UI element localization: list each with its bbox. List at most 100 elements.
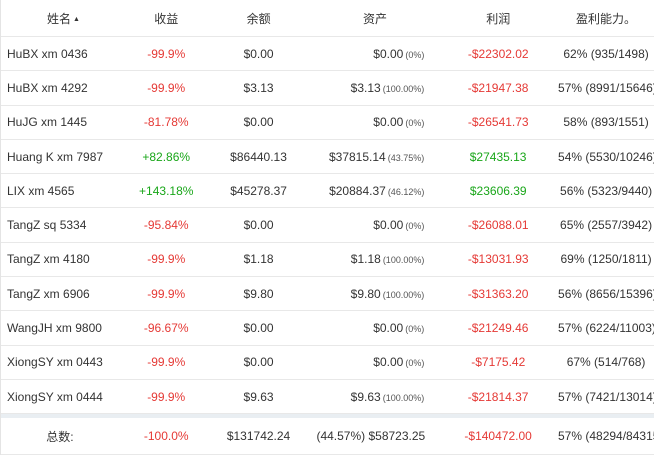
balance-value: $0.00 xyxy=(243,115,274,130)
balance-value: $9.80 xyxy=(243,286,274,301)
assets-value: $0.00 xyxy=(373,355,404,370)
column-header-return[interactable]: 收益 xyxy=(119,10,214,27)
table-footer: 总数: -100.0% $131742.24 (44.57%) $58723.2… xyxy=(1,418,654,456)
assets-value: $1.18 xyxy=(350,252,381,267)
table-row[interactable]: HuBX xm 0436 -99.9% $0.00 $0.00 (0%) -$22302.… xyxy=(1,37,654,72)
balance-value: $0.00 xyxy=(243,321,274,336)
assets-cell: $0.00 (0%) xyxy=(304,218,439,232)
assets-percent: (100.00%) xyxy=(382,255,425,266)
assets-value: $3.13 xyxy=(350,80,381,95)
win-rate-value: 58% (893/1551) xyxy=(563,115,649,130)
balance-value: $86440.13 xyxy=(230,149,287,164)
assets-cell: $9.80 (100.00%) xyxy=(303,287,438,301)
table-row[interactable]: XiongSY xm 0444 -99.9% $9.63 $9.63 (100.00%)… xyxy=(1,380,654,415)
table-row[interactable]: TangZ sq 5334 -95.84% $0.00 $0.00 (0%) -$2608… xyxy=(1,208,654,243)
account-name: XiongSY xm 0444 xyxy=(7,389,103,404)
balance-value: $45278.37 xyxy=(230,183,287,198)
return-value: +82.86% xyxy=(142,149,191,164)
table-row[interactable]: WangJH xm 9800 -96.67% $0.00 $0.00 (0%) -$212… xyxy=(1,311,654,346)
account-name: TangZ sq 5334 xyxy=(7,218,87,233)
table-header: 姓名 ▲ 收益 余额 资产 利润 盈利能力。 xyxy=(1,0,654,37)
assets-value: $0.00 xyxy=(373,321,404,336)
table-row[interactable]: TangZ xm 4180 -99.9% $1.18 $1.18 (100.00%) -$… xyxy=(1,243,654,278)
profit-value: -$21249.46 xyxy=(467,321,529,336)
column-header-win-rate[interactable]: 盈利能力。 xyxy=(558,10,654,27)
assets-percent: (0%) xyxy=(405,118,425,129)
win-rate-value: 67% (514/768) xyxy=(566,355,646,370)
account-name: LIX xm 4565 xyxy=(7,183,75,198)
assets-value: $0.00 xyxy=(373,218,404,233)
account-name: HuBX xm 0436 xyxy=(7,46,88,61)
assets-cell: $0.00 (0%) xyxy=(304,355,439,369)
return-value: -99.9% xyxy=(147,80,186,95)
account-name: HuBX xm 4292 xyxy=(7,80,88,95)
win-rate-value: 57% (7421/13014) xyxy=(558,389,654,404)
profit-value: $23606.39 xyxy=(469,183,527,198)
assets-cell: $0.00 (0%) xyxy=(304,47,439,61)
column-header-balance[interactable]: 余额 xyxy=(214,10,304,27)
accounts-table: 姓名 ▲ 收益 余额 资产 利润 盈利能力。 HuBX xm 0436 -99.9%… xyxy=(0,0,654,456)
return-value: -99.9% xyxy=(147,355,186,370)
assets-cell: $20884.37 (46.12%) xyxy=(304,184,439,198)
account-name: TangZ xm 6906 xyxy=(7,286,90,301)
assets-percent: (43.75%) xyxy=(387,152,425,163)
win-rate-value: 69% (1250/1811) xyxy=(560,252,652,267)
footer-label: 总数: xyxy=(46,429,74,444)
win-rate-value: 57% (6224/11003) xyxy=(558,321,654,336)
assets-percent: (100.00%) xyxy=(382,83,425,94)
account-name: TangZ xm 4180 xyxy=(7,252,90,267)
assets-cell: $3.13 (100.00%) xyxy=(303,81,438,95)
assets-value: $37815.14 xyxy=(328,149,386,164)
profit-value: -$22302.02 xyxy=(467,46,529,61)
win-rate-value: 62% (935/1498) xyxy=(563,46,649,61)
win-rate-value: 57% (8991/15646) xyxy=(558,80,654,95)
account-name: WangJH xm 9800 xyxy=(7,321,102,336)
footer-win-rate: 57% (48294/84315) xyxy=(558,429,654,444)
assets-cell: $37815.14 (43.75%) xyxy=(303,150,438,164)
return-value: +143.18% xyxy=(139,183,194,198)
assets-percent: (0%) xyxy=(405,221,425,232)
win-rate-value: 56% (8656/15396) xyxy=(558,286,654,301)
column-header-profit[interactable]: 利润 xyxy=(438,10,558,27)
assets-value: $20884.37 xyxy=(329,183,386,198)
table-row[interactable]: Huang K xm 7987 +82.86% $86440.13 $37815.14… xyxy=(1,140,654,175)
account-name: HuJG xm 1445 xyxy=(7,115,88,130)
return-value: -99.9% xyxy=(147,286,186,301)
profit-value: -$31363.20 xyxy=(467,286,529,301)
profit-value: -$21947.38 xyxy=(467,80,529,95)
profit-value: -$21814.37 xyxy=(467,389,529,404)
assets-value: $0.00 xyxy=(373,115,404,130)
assets-percent: (0%) xyxy=(405,324,425,335)
table-row[interactable]: LIX xm 4565 +143.18% $45278.37 $20884.37 (46… xyxy=(1,174,654,209)
assets-percent: (0%) xyxy=(405,358,425,369)
table-body: HuBX xm 0436 -99.9% $0.00 $0.00 (0%) -$22302.… xyxy=(1,37,654,415)
assets-cell: $1.18 (100.00%) xyxy=(304,252,439,266)
assets-value: $9.80 xyxy=(350,286,381,301)
profit-value: -$26088.01 xyxy=(467,218,529,233)
profit-value: $27435.13 xyxy=(469,149,527,164)
return-value: -95.84% xyxy=(143,218,189,233)
return-value: -99.9% xyxy=(147,252,186,267)
return-value: -99.9% xyxy=(147,46,186,61)
sort-asc-icon: ▲ xyxy=(73,15,80,23)
profit-value: -$13031.93 xyxy=(467,252,529,267)
table-row[interactable]: HuJG xm 1445 -81.78% $0.00 $0.00 (0%) -$26541… xyxy=(1,106,654,140)
profit-value: -$7175.42 xyxy=(471,355,526,370)
balance-value: $1.18 xyxy=(243,252,274,267)
column-header-name[interactable]: 姓名 ▲ xyxy=(1,10,119,27)
profit-value: -$26541.73 xyxy=(467,115,529,130)
balance-value: $0.00 xyxy=(243,218,274,233)
assets-value: $0.00 xyxy=(373,46,404,61)
column-header-name-label: 姓名 xyxy=(47,11,72,26)
table-row[interactable]: TangZ xm 6906 -99.9% $9.80 $9.80 (100.00%) -$… xyxy=(1,277,654,312)
footer-balance: $131742.24 xyxy=(226,429,291,444)
win-rate-value: 65% (2557/3942) xyxy=(560,218,653,233)
table-row[interactable]: XiongSY xm 0443 -99.9% $0.00 $0.00 (0%) -$717… xyxy=(1,346,654,380)
column-header-assets[interactable]: 资产 xyxy=(304,10,439,27)
assets-value: $9.63 xyxy=(350,389,381,404)
assets-percent: (100.00%) xyxy=(382,289,425,300)
table-row[interactable]: HuBX xm 4292 -99.9% $3.13 $3.13 (100.00%) -$2… xyxy=(1,71,654,106)
balance-value: $3.13 xyxy=(243,80,274,95)
footer-return: -100.0% xyxy=(143,429,189,444)
balance-value: $0.00 xyxy=(243,355,274,370)
